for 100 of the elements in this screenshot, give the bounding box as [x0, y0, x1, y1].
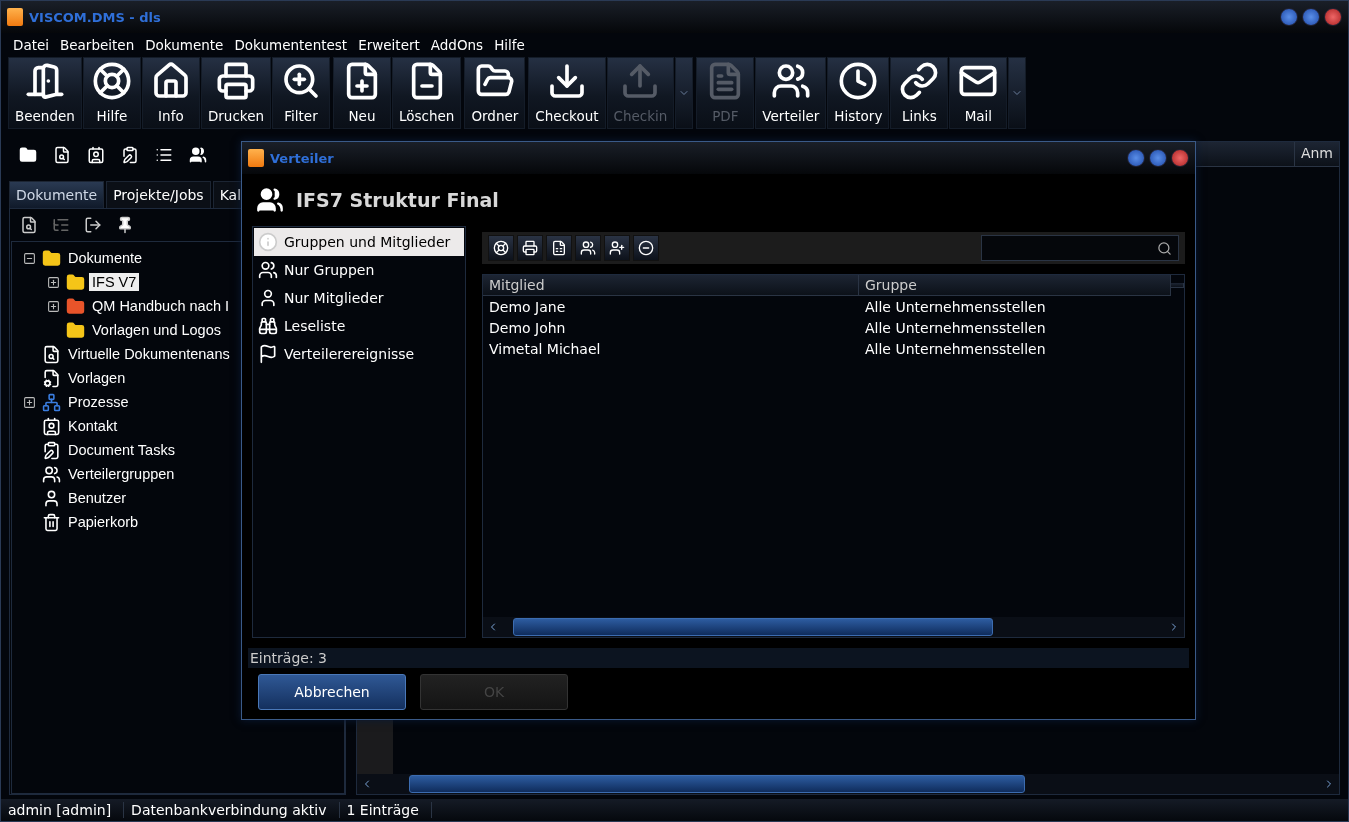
trash-icon — [42, 512, 61, 532]
menu-item[interactable]: Datei — [13, 37, 50, 53]
nav-item[interactable]: Nur Mitglieder — [254, 284, 464, 312]
expand-icon[interactable] — [22, 395, 36, 409]
search-field[interactable] — [981, 235, 1179, 261]
tree-item[interactable]: Papierkorb — [65, 513, 142, 531]
menu-item[interactable]: Hilfe — [494, 37, 525, 53]
menu-item[interactable]: Dokumententest — [234, 37, 348, 53]
column-header[interactable]: Gruppe — [859, 275, 1171, 296]
lifebuoy-icon — [91, 61, 132, 101]
toolbar-button[interactable]: Info — [141, 57, 200, 129]
minimize-button[interactable] — [1127, 149, 1145, 167]
status-text: Datenbankverbindung aktiv — [124, 802, 340, 818]
dialog-button[interactable]: Abbrechen — [258, 674, 406, 710]
users-icon — [258, 260, 278, 280]
users-icon[interactable] — [189, 146, 207, 164]
menu-item[interactable]: Bearbeiten — [60, 37, 135, 53]
table-cell-text: Alle Unternehmensstellen — [864, 340, 1047, 357]
toolbar-button[interactable]: Beenden — [8, 57, 82, 129]
toolbar-button[interactable]: Löschen — [392, 57, 462, 129]
tree-item[interactable]: Vorlagen — [65, 369, 129, 387]
print-button[interactable] — [517, 235, 543, 261]
minimize-button[interactable] — [1280, 8, 1298, 26]
table-cell-text: Demo John — [488, 319, 567, 336]
window-title: VISCOM.DMS - dls — [29, 9, 161, 25]
spreadsheet-icon — [551, 240, 567, 256]
column-header[interactable]: Anm — [1293, 142, 1339, 166]
toolbar-button[interactable]: Hilfe — [82, 57, 141, 129]
scrollbar[interactable] — [483, 617, 1184, 637]
close-button[interactable] — [1171, 149, 1189, 167]
nav-item[interactable]: Leseliste — [254, 312, 464, 340]
users-icon — [580, 240, 596, 256]
tree-item[interactable]: Verteilergruppen — [65, 465, 178, 483]
spreadsheet-button[interactable] — [546, 235, 572, 261]
toolbar-button[interactable]: Checkout — [528, 57, 606, 129]
dialog-heading: IFS7 Struktur Final — [296, 189, 499, 211]
status-text: admin [admin] — [1, 802, 125, 818]
users-icon — [256, 186, 284, 214]
tree-item[interactable]: Dokumente — [65, 249, 146, 267]
tree-item[interactable]: Virtuelle Dokumentenans — [65, 345, 233, 363]
collapse-icon[interactable] — [22, 251, 36, 265]
close-button[interactable] — [1324, 8, 1342, 26]
maximize-button[interactable] — [1149, 149, 1167, 167]
nav-item[interactable]: Gruppen und Mitglieder — [254, 228, 464, 256]
lifebuoy-button[interactable] — [488, 235, 514, 261]
toolbar-button[interactable]: History — [827, 57, 890, 129]
scrollbar[interactable] — [357, 774, 1339, 794]
users-icon — [42, 464, 61, 484]
table-cell-text: Alle Unternehmensstellen — [864, 298, 1047, 315]
folder-icon[interactable] — [19, 146, 37, 164]
link-icon — [899, 61, 940, 101]
file-icon — [42, 368, 61, 388]
tree-item[interactable]: Vorlagen und Logos — [89, 321, 224, 339]
entry-count: Einträge: 3 — [250, 650, 327, 666]
user-plus-icon — [609, 240, 625, 256]
search-folder-icon[interactable] — [20, 216, 38, 234]
expand-icon[interactable] — [46, 275, 60, 289]
folder-icon — [66, 320, 85, 340]
pin-icon[interactable] — [116, 216, 134, 234]
toolbar-button[interactable]: Links — [890, 57, 949, 129]
column-header[interactable]: Mitglied — [483, 275, 859, 296]
app-icon — [7, 8, 23, 26]
nav-item[interactable]: Nur Gruppen — [254, 256, 464, 284]
add-user-button[interactable] — [604, 235, 630, 261]
folder-icon — [66, 272, 85, 292]
tree-item[interactable]: IFS V7 — [89, 273, 140, 291]
tree-item[interactable]: QM Handbuch nach I — [89, 297, 233, 315]
file-search-icon[interactable] — [53, 146, 71, 164]
remove-button[interactable] — [633, 235, 659, 261]
table-cell-text: Alle Unternehmensstellen — [864, 319, 1047, 336]
expand-icon[interactable] — [46, 299, 60, 313]
status-text: 1 Einträge — [339, 802, 432, 818]
toolbar-button[interactable]: Verteiler — [755, 57, 827, 129]
tree-item[interactable]: Kontakt — [65, 417, 121, 435]
app-icon — [248, 149, 264, 167]
toolbar-button[interactable]: Filter — [272, 57, 330, 129]
toolbar-button[interactable]: Mail — [949, 57, 1008, 129]
menu-item[interactable]: Erweitert — [358, 37, 420, 53]
tree-item[interactable]: Prozesse — [65, 393, 132, 411]
toolbar-button[interactable]: Ordner — [464, 57, 526, 129]
menu-item[interactable]: Dokumente — [145, 37, 224, 53]
clipboard-icon[interactable] — [121, 146, 139, 164]
add-group-button[interactable] — [575, 235, 601, 261]
toolbar-button[interactable]: Neu — [333, 57, 391, 129]
tree-item[interactable]: Document Tasks — [65, 441, 178, 459]
tab[interactable]: Dokumente — [9, 181, 105, 208]
nav-item[interactable]: Verteilerereignisse — [254, 340, 464, 368]
maximize-button[interactable] — [1302, 8, 1320, 26]
network-icon — [42, 392, 61, 412]
list-icon[interactable] — [155, 146, 173, 164]
tree-icon[interactable] — [52, 216, 70, 234]
tab[interactable]: Projekte/Jobs — [106, 181, 211, 208]
toolbar-button[interactable]: Drucken — [200, 57, 271, 129]
tree-item[interactable]: Benutzer — [65, 489, 130, 507]
user-icon — [42, 488, 61, 508]
folder-icon — [42, 248, 61, 268]
contact-card-icon[interactable] — [87, 146, 105, 164]
dialog-title: Verteiler — [270, 150, 334, 166]
menu-item[interactable]: AddOns — [430, 37, 484, 53]
exit-icon[interactable] — [84, 216, 102, 234]
